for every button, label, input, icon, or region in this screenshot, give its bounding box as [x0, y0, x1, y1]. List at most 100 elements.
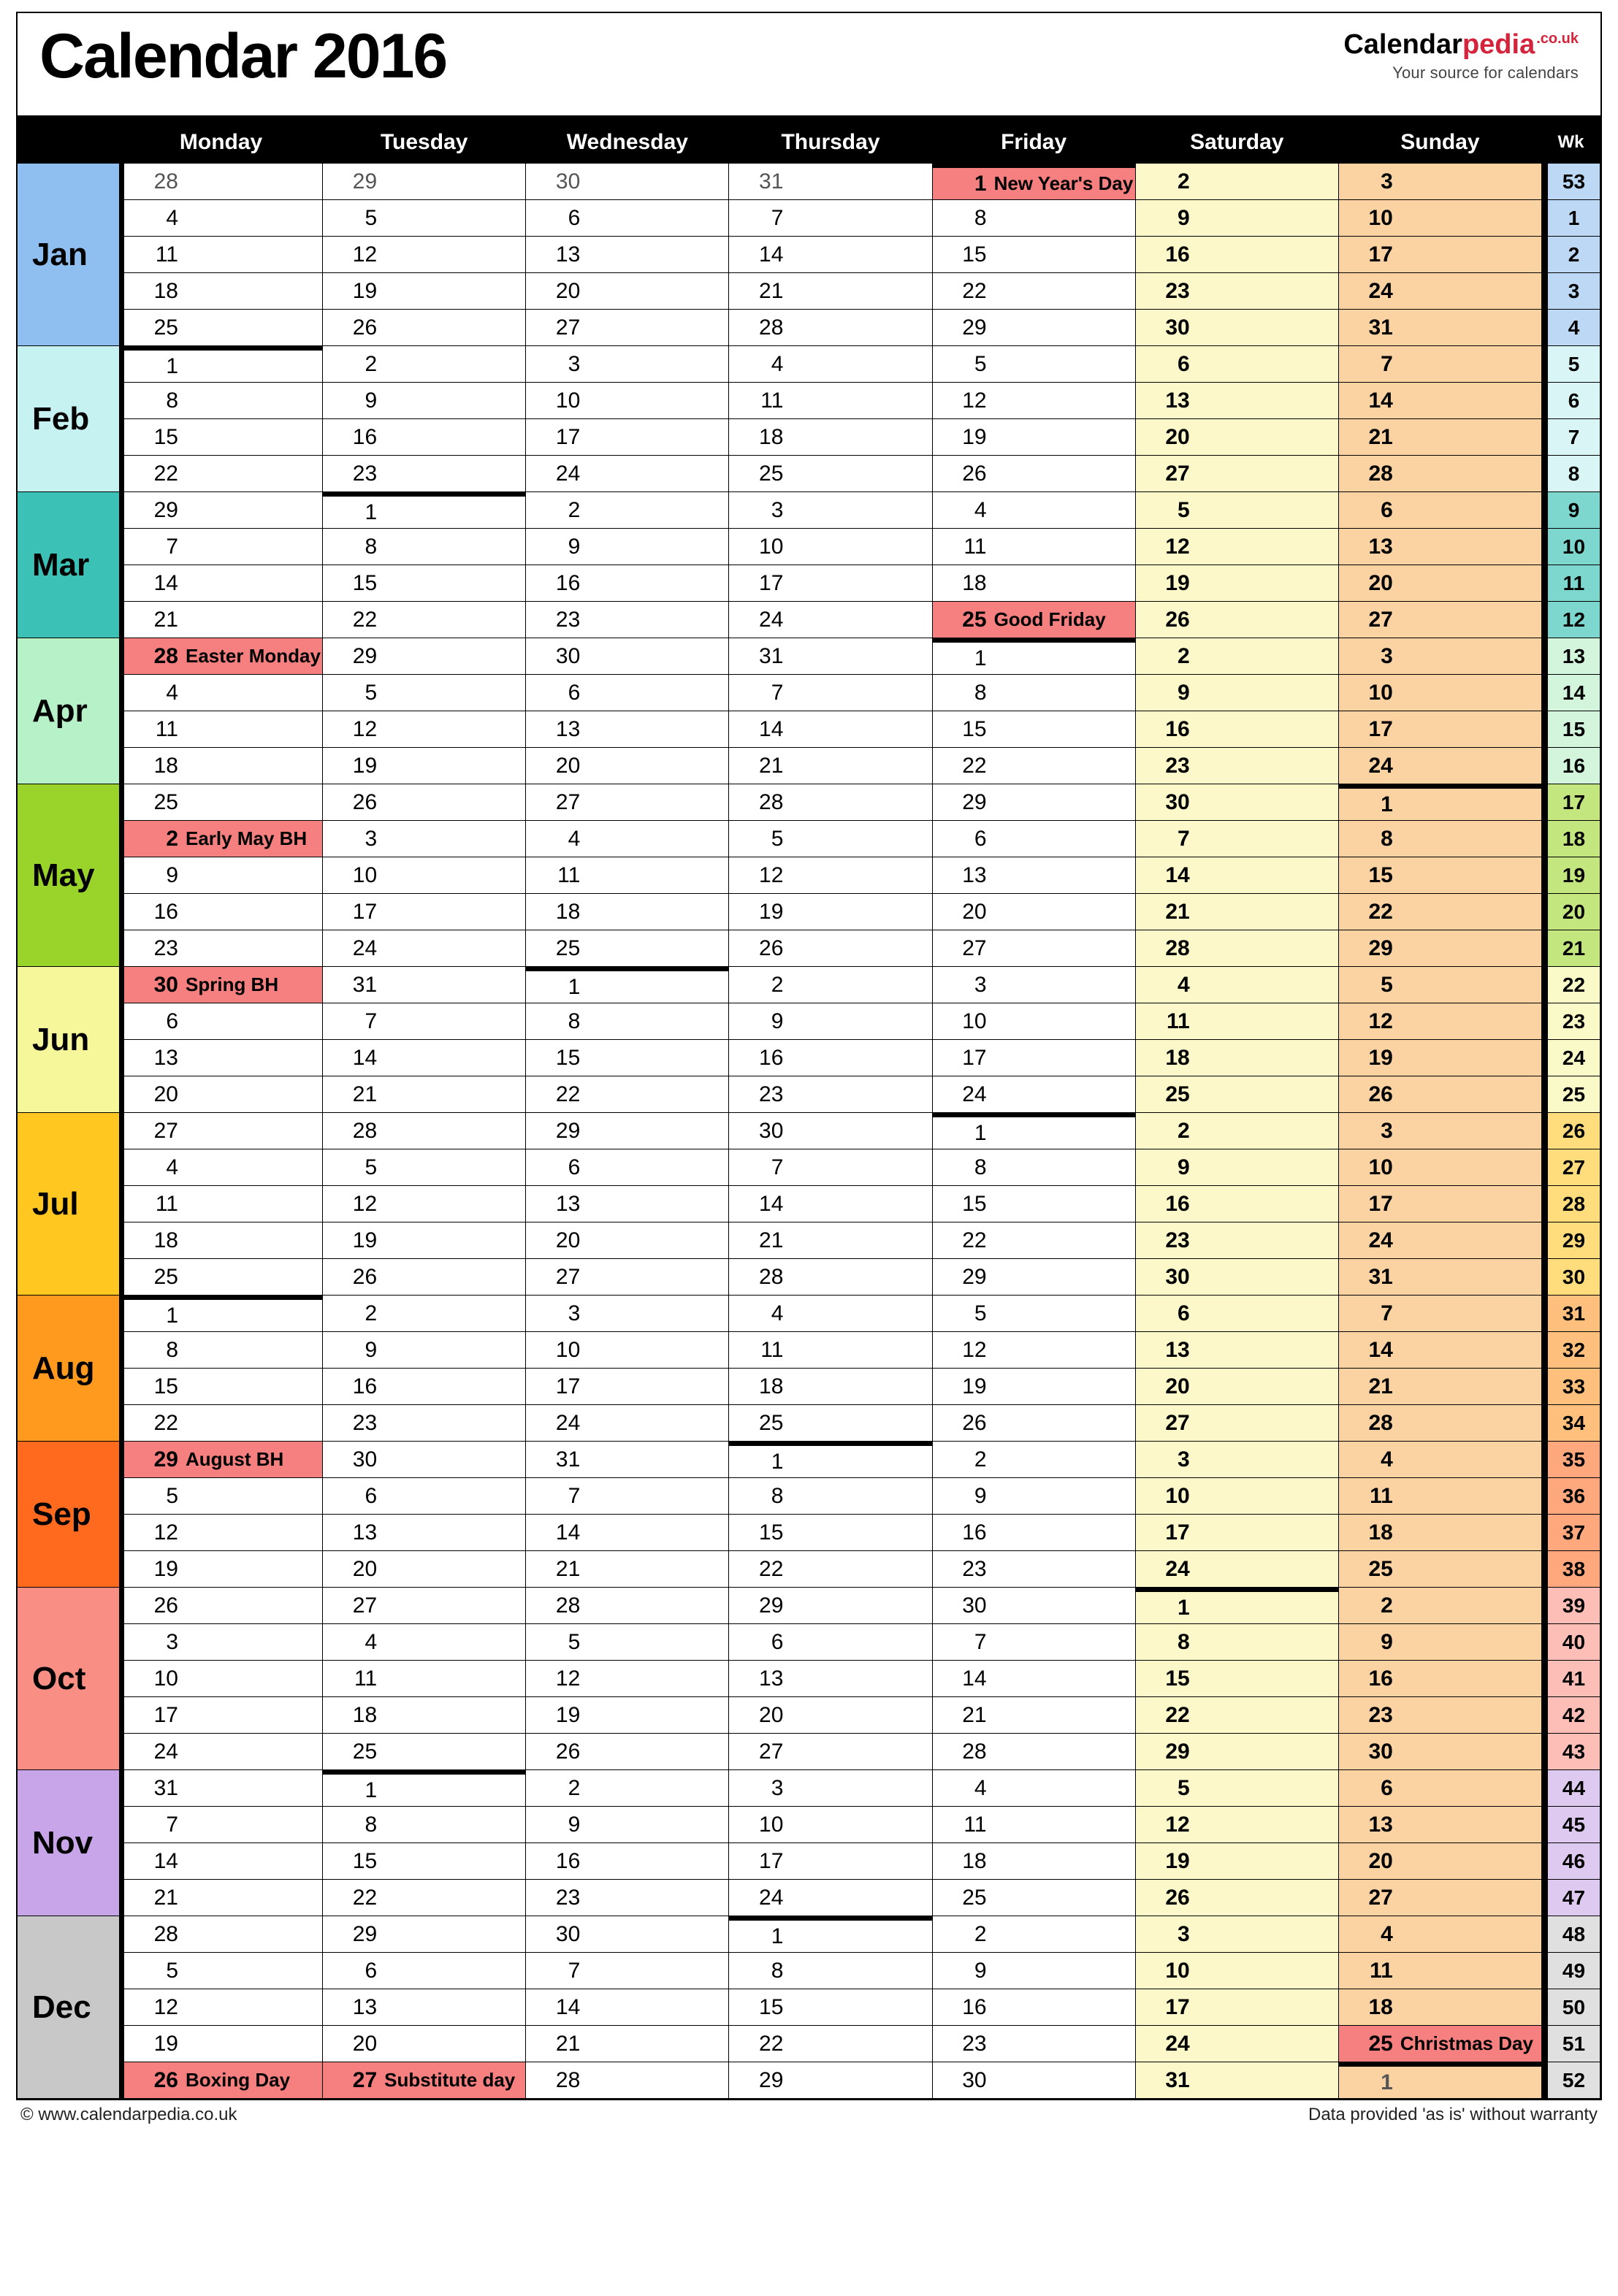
day-cell: 16	[323, 1369, 526, 1405]
week-number: 52	[1542, 2062, 1600, 2099]
day-cell: 31	[1339, 1259, 1542, 1296]
day-cell: 19	[120, 2026, 323, 2062]
day-cell: 26	[729, 930, 932, 967]
day-cell: 24	[526, 1405, 729, 1442]
header-saturday: Saturday	[1136, 121, 1339, 164]
day-cell: 12	[323, 711, 526, 748]
day-cell: 14	[526, 1989, 729, 2026]
day-cell: 5	[323, 1149, 526, 1186]
week-number: 7	[1542, 419, 1600, 456]
day-cell: 22	[323, 1880, 526, 1916]
day-cell: 25	[1136, 1076, 1339, 1113]
day-cell: 29	[1339, 930, 1542, 967]
day-cell: 18	[526, 894, 729, 930]
day-cell: 9	[1136, 675, 1339, 711]
day-cell: 27	[526, 784, 729, 821]
day-cell: 31	[729, 638, 932, 675]
day-cell: 29August BH	[120, 1442, 323, 1478]
day-cell: 18	[1339, 1515, 1542, 1551]
day-cell: 5	[933, 1296, 1136, 1332]
day-cell: 26	[1339, 1076, 1542, 1113]
day-cell: 17	[323, 894, 526, 930]
day-cell: 19	[729, 894, 932, 930]
day-cell: 10	[526, 1332, 729, 1369]
day-cell: 27	[729, 1734, 932, 1770]
day-cell: 10	[323, 857, 526, 894]
month-label-mar: Mar	[18, 492, 120, 638]
day-cell: 24	[1136, 1551, 1339, 1588]
day-cell: 14	[729, 1186, 932, 1222]
day-cell: 19	[323, 273, 526, 310]
day-cell: 3	[1339, 638, 1542, 675]
day-cell: 18	[120, 1222, 323, 1259]
brand-logo-a: Calendar	[1343, 29, 1462, 60]
brand-tagline: Your source for calendars	[1343, 64, 1579, 83]
month-label-jan: Jan	[18, 164, 120, 346]
day-cell: 22	[729, 2026, 932, 2062]
day-cell: 27	[526, 310, 729, 346]
day-cell: 18	[933, 565, 1136, 602]
week-number: 44	[1542, 1770, 1600, 1807]
day-cell: 4	[323, 1624, 526, 1661]
day-cell: 17	[1339, 1186, 1542, 1222]
day-cell: 15	[323, 565, 526, 602]
week-number: 49	[1542, 1953, 1600, 1989]
day-cell: 16	[1136, 711, 1339, 748]
day-cell: 25Good Friday	[933, 602, 1136, 638]
week-number: 10	[1542, 529, 1600, 565]
day-cell: 16	[120, 894, 323, 930]
header-week: Wk	[1542, 121, 1600, 164]
day-cell: 12	[323, 1186, 526, 1222]
brand: Calendarpedia.co.uk Your source for cale…	[1343, 29, 1579, 83]
week-number: 23	[1542, 1003, 1600, 1040]
footer-left: © www.calendarpedia.co.uk	[20, 2105, 237, 2125]
month-label-jul: Jul	[18, 1113, 120, 1296]
day-cell: 30Spring BH	[120, 967, 323, 1003]
day-cell: 23	[323, 456, 526, 492]
day-cell: 15	[120, 419, 323, 456]
day-cell: 17	[933, 1040, 1136, 1076]
day-cell: 25	[120, 784, 323, 821]
day-cell: 13	[1136, 383, 1339, 419]
day-cell: 25	[323, 1734, 526, 1770]
day-cell: 20	[526, 748, 729, 784]
day-cell: 16	[729, 1040, 932, 1076]
day-cell: 25	[729, 1405, 932, 1442]
day-cell: 20	[1136, 419, 1339, 456]
day-cell: 9	[323, 1332, 526, 1369]
day-cell: 19	[933, 419, 1136, 456]
week-number: 15	[1542, 711, 1600, 748]
day-cell: 7	[323, 1003, 526, 1040]
day-cell: 6	[729, 1624, 932, 1661]
day-cell: 19	[933, 1369, 1136, 1405]
day-cell: 11	[933, 529, 1136, 565]
month-label-aug: Aug	[18, 1296, 120, 1442]
day-cell: 6	[323, 1953, 526, 1989]
day-cell: 9	[1136, 1149, 1339, 1186]
day-cell: 22	[526, 1076, 729, 1113]
day-cell: 28Easter Monday	[120, 638, 323, 675]
day-cell: 31	[729, 164, 932, 200]
day-cell: 20	[526, 1222, 729, 1259]
day-cell: 19	[323, 1222, 526, 1259]
day-cell: 22	[933, 748, 1136, 784]
day-cell: 21	[526, 1551, 729, 1588]
day-cell: 21	[729, 1222, 932, 1259]
day-cell: 15	[120, 1369, 323, 1405]
day-cell: 3	[933, 967, 1136, 1003]
day-cell: 15	[933, 1186, 1136, 1222]
day-cell: 26	[933, 456, 1136, 492]
day-cell: 16	[933, 1989, 1136, 2026]
day-cell: 4	[1136, 967, 1339, 1003]
day-cell: 2	[1339, 1588, 1542, 1624]
day-cell: 3	[526, 1296, 729, 1332]
day-cell: 21	[120, 602, 323, 638]
day-cell: 13	[729, 1661, 932, 1697]
day-cell: 7	[120, 529, 323, 565]
day-cell: 18	[120, 273, 323, 310]
day-cell: 5	[1136, 492, 1339, 529]
day-cell: 27	[526, 1259, 729, 1296]
day-cell: 1	[933, 638, 1136, 675]
day-cell: 2	[933, 1442, 1136, 1478]
day-cell: 1	[323, 1770, 526, 1807]
